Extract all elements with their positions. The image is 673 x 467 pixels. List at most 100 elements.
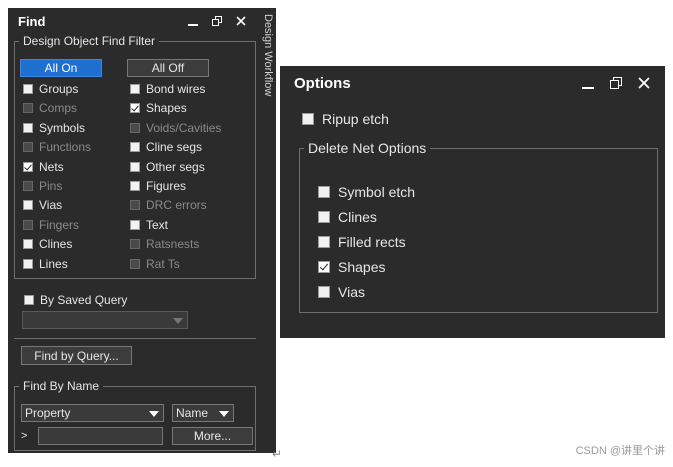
property-select[interactable]: Property [21,404,164,422]
filter-checkbox-row[interactable]: Groups [23,81,78,97]
name-select-value: Name [176,406,209,420]
filter-checkbox-row[interactable]: Fingers [23,217,79,233]
filter-checkbox-row[interactable]: Other segs [130,159,205,175]
filter-checkbox-label: Other segs [146,159,205,174]
filter-checkbox-row[interactable]: Nets [23,159,64,175]
options-titlebar[interactable]: Options [280,66,665,100]
delete-net-option-row[interactable]: Filled rects [318,232,406,252]
delete-net-option-checkbox[interactable] [318,211,330,223]
filter-checkbox [23,103,33,114]
ripup-etch-label: Ripup etch [322,111,389,127]
name-input[interactable] [38,427,163,445]
filter-checkbox[interactable] [23,84,33,94]
delete-net-option-label: Vias [338,284,365,300]
more-button[interactable]: More... [172,427,253,445]
divider [14,338,256,339]
filter-checkbox-label: Comps [39,101,78,116]
filter-checkbox[interactable] [130,142,140,153]
saved-query-select[interactable] [22,311,188,329]
filter-checkbox-row[interactable]: Figures [130,178,186,194]
find-by-name-legend: Find By Name [23,379,100,393]
filter-checkbox-label: DRC errors [146,198,207,213]
filter-checkbox-label: Pins [39,179,63,193]
close-icon[interactable] [637,76,651,90]
filter-checkbox [23,219,33,230]
filter-checkbox-row[interactable]: DRC errors [130,197,207,213]
filter-checkbox-row[interactable]: Vias [23,197,62,213]
filter-checkbox-row[interactable]: Comps [23,100,77,116]
filter-checkbox[interactable] [130,103,140,114]
find-filter-legend: Design Object Find Filter [23,34,156,48]
filter-checkbox-row[interactable]: Ratsnests [130,236,199,252]
filter-checkbox-row[interactable]: Voids/Cavities [130,120,221,136]
ripup-etch-checkbox-row[interactable]: Ripup etch [302,109,389,129]
delete-net-option-row[interactable]: Shapes [318,257,385,277]
find-by-query-button[interactable]: Find by Query... [21,346,132,365]
filter-checkbox-label: Cline segs [146,140,203,155]
filter-checkbox-row[interactable]: Pins [23,178,62,194]
restore-icon[interactable] [609,76,623,90]
ripup-etch-checkbox[interactable] [302,113,314,125]
filter-checkbox[interactable] [23,122,33,133]
filter-checkbox-row[interactable]: Lines [23,256,68,272]
filter-checkbox [130,239,140,250]
filter-checkbox-label: Text [146,217,169,232]
filter-checkbox[interactable] [23,161,33,172]
filter-checkbox[interactable] [130,181,140,191]
design-workflow-label: Design Workflow [262,14,274,97]
find-titlebar[interactable]: Find [8,8,262,34]
filter-checkbox[interactable] [130,219,140,230]
filter-checkbox-row[interactable]: Shapes [130,100,187,116]
filter-checkbox-label: Ratsnests [146,237,200,252]
filter-checkbox [23,181,33,191]
options-panel: Options Ripup etch Delete Net Options Sy… [280,66,665,338]
filter-checkbox-row[interactable]: Functions [23,139,91,155]
filter-checkbox-row[interactable]: Rat Ts [130,256,180,272]
restore-icon[interactable] [210,14,224,28]
filter-checkbox-label: Groups [39,82,79,96]
filter-checkbox [130,258,140,269]
filter-checkbox-row[interactable]: Text [130,217,168,233]
delete-net-option-row[interactable]: Vias [318,282,365,302]
delete-net-option-row[interactable]: Clines [318,207,377,227]
design-workflow-tab[interactable]: Design Workflow [262,8,276,453]
filter-checkbox[interactable] [23,200,33,211]
name-select[interactable]: Name [172,404,234,422]
filter-checkbox-label: Bond wires [146,82,206,96]
delete-net-options-legend: Delete Net Options [308,140,427,156]
delete-net-option-label: Clines [338,209,377,225]
saved-query-checkbox[interactable] [24,295,34,305]
all-on-button[interactable]: All On [20,59,102,77]
filter-checkbox-label: Lines [39,256,68,271]
delete-net-option-checkbox[interactable] [318,236,330,248]
filter-checkbox[interactable] [23,258,33,269]
filter-checkbox-label: Shapes [146,101,187,116]
close-icon[interactable] [234,14,248,28]
minimize-icon[interactable] [581,76,595,90]
find-title: Find [18,13,46,29]
return-glyph: ↵ [272,447,283,461]
filter-checkbox-label: Voids/Cavities [146,120,222,135]
filter-checkbox-label: Rat Ts [146,256,180,271]
delete-net-option-checkbox[interactable] [318,186,330,198]
filter-checkbox-row[interactable]: Cline segs [130,139,202,155]
saved-query-checkbox-row[interactable]: By Saved Query [24,292,127,308]
delete-net-option-checkbox[interactable] [318,261,330,273]
filter-checkbox[interactable] [130,161,140,172]
minimize-icon[interactable] [186,14,200,28]
divider [14,278,256,279]
filter-checkbox-row[interactable]: Symbols [23,120,85,136]
delete-net-option-checkbox[interactable] [318,286,330,298]
filter-checkbox-row[interactable]: Clines [23,236,72,252]
property-select-value: Property [25,406,71,420]
delete-net-option-row[interactable]: Symbol etch [318,182,415,202]
filter-checkbox[interactable] [23,239,33,250]
filter-checkbox-row[interactable]: Bond wires [130,81,205,97]
filter-checkbox-label: Fingers [39,217,80,232]
delete-net-option-label: Symbol etch [338,184,416,200]
filter-checkbox [23,142,33,153]
chevron-down-icon [149,406,159,420]
all-off-button[interactable]: All Off [127,59,209,77]
filter-checkbox-label: Symbols [39,120,86,135]
filter-checkbox[interactable] [130,84,140,94]
